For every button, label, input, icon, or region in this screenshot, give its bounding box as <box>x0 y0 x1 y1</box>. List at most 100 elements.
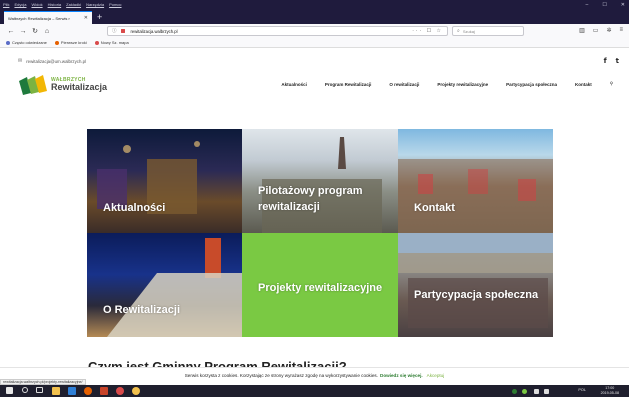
site-header: WAŁBRZYCH Rewitalizacja Aktualności Prog… <box>0 70 629 100</box>
tile-contact-label: Kontakt <box>414 202 455 214</box>
clock-date: 2019-05-08 <box>600 390 619 395</box>
nav-item-contact[interactable]: Kontakt <box>575 82 592 87</box>
edge-icon[interactable] <box>68 387 76 395</box>
tile-participation[interactable]: Partycypacja społeczna <box>398 233 553 337</box>
search-taskbar-icon[interactable] <box>22 387 28 393</box>
browser-tab[interactable]: Wałbrzych Rewitalizacja – Serwis r ✕ <box>4 11 92 24</box>
library-icon[interactable]: ▥ <box>579 27 585 34</box>
tile-pilot-photo <box>262 137 382 233</box>
extension-icon[interactable]: ✲ <box>606 27 611 34</box>
tile-grid: Aktualności Pilotażowy program rewitaliz… <box>87 129 553 337</box>
menu-bookmarks[interactable]: Zakładki <box>66 2 81 7</box>
social-links: f t <box>604 57 619 65</box>
menu-view[interactable]: Widok <box>31 2 42 7</box>
tile-news[interactable]: Aktualności <box>87 129 242 233</box>
logo-mark-icon <box>19 75 47 95</box>
cookie-learn-more-link[interactable]: Dowiedz się więcej. <box>380 373 423 378</box>
nav-item-participation[interactable]: Partycypacja społeczna <box>506 82 557 87</box>
clock[interactable]: 17:00 2019-05-08 <box>601 386 619 395</box>
tile-about-photo <box>107 238 242 337</box>
bookmarks-bar: Często odwiedzane Pierwsze kroki Nowy Sz… <box>0 38 629 48</box>
tile-news-photo <box>97 141 200 214</box>
search-bar[interactable]: ⌕ Szukaj <box>452 26 524 36</box>
twitter-icon[interactable]: t <box>616 57 619 65</box>
file-explorer-icon[interactable] <box>52 387 60 395</box>
toolbar-extras: ▥ ▭ ✲ ≡ <box>579 27 623 34</box>
windows-start-icon[interactable] <box>6 387 13 394</box>
logo-text: WAŁBRZYCH Rewitalizacja <box>51 78 107 92</box>
site-favicon-icon <box>120 29 125 33</box>
tile-participation-label: Partycypacja społeczna <box>414 289 539 301</box>
search-placeholder: Szukaj <box>462 28 475 34</box>
cookie-accept-button[interactable]: Akceptuj <box>427 373 445 378</box>
network-icon[interactable] <box>534 389 539 394</box>
forward-arrow-icon[interactable]: → <box>17 28 29 35</box>
menu-history[interactable]: Historia <box>48 2 62 7</box>
menu-hamburger-icon[interactable]: ≡ <box>619 27 623 34</box>
tray-icon[interactable] <box>512 389 517 394</box>
section-heading: Czym jest Gminny Program Rewitalizacji? <box>88 359 347 367</box>
reload-icon[interactable]: ↻ <box>29 27 41 35</box>
menu-help[interactable]: Pomoc <box>109 2 121 7</box>
home-icon[interactable]: ⌂ <box>41 28 53 35</box>
tile-projects-label: Projekty rewitalizacyjne <box>258 282 383 294</box>
app-icon-3[interactable] <box>132 387 140 395</box>
bookmark-icon <box>54 40 59 45</box>
minimize-button[interactable]: – <box>586 2 589 8</box>
page-actions-icon[interactable]: ··· ☐ ☆ <box>412 28 443 34</box>
back-arrow-icon[interactable]: ← <box>5 28 17 35</box>
site-logo[interactable]: WAŁBRZYCH Rewitalizacja <box>19 74 107 96</box>
bookmark-icon <box>94 40 99 45</box>
nav-item-about[interactable]: O rewitalizacji <box>389 82 419 87</box>
windows-taskbar: POL 17:00 2019-05-08 <box>0 385 629 397</box>
logo-subtitle: Rewitalizacja <box>51 82 108 92</box>
tile-contact-photo <box>398 159 553 233</box>
cookie-bar: Serwis korzysta z cookies. Korzystając z… <box>0 367 629 382</box>
menu-edit[interactable]: Edycja <box>14 2 26 7</box>
tab-strip: Wałbrzych Rewitalizacja – Serwis r ✕ + <box>0 9 629 24</box>
sidebar-icon[interactable]: ▭ <box>593 27 599 34</box>
bookmark-label: Często odwiedzane <box>12 40 47 45</box>
language-indicator[interactable]: POL <box>578 388 586 392</box>
maximize-button[interactable]: ☐ <box>602 2 606 8</box>
tray-icon-2[interactable] <box>522 389 527 394</box>
bookmark-label: Pierwsze kroki <box>60 40 87 45</box>
tile-about-label: O Rewitalizacji <box>103 304 181 316</box>
firefox-icon[interactable] <box>84 387 92 395</box>
cookie-text: Serwis korzysta z cookies. Korzystając z… <box>184 372 378 378</box>
nav-item-projects[interactable]: Projekty rewitalizacyjne <box>437 82 488 87</box>
tile-contact[interactable]: Kontakt <box>398 129 553 233</box>
task-view-icon[interactable] <box>36 387 43 393</box>
tab-title: Wałbrzych Rewitalizacja – Serwis r <box>8 15 70 21</box>
site-info-icon[interactable]: ⓘ <box>112 28 117 34</box>
url-text[interactable]: rewitalizacja.walbrzych.pl <box>131 29 178 34</box>
tile-participation-photo <box>398 233 553 328</box>
tile-pilot-program[interactable]: Pilotażowy program rewitalizacji <box>242 129 398 233</box>
bookmark-map[interactable]: Nowy Sz. mapa <box>94 40 129 45</box>
app-icon[interactable] <box>100 387 108 395</box>
address-bar[interactable]: ⓘ rewitalizacja.walbrzych.pl ··· ☐ ☆ <box>107 26 448 36</box>
nav-item-news[interactable]: Aktualności <box>281 82 307 87</box>
site-contact-strip: ✉ rewitalizacja@um.walbrzych.pl <box>0 56 629 66</box>
bookmark-frequent[interactable]: Często odwiedzane <box>6 40 47 45</box>
close-window-button[interactable]: ✕ <box>621 2 625 8</box>
menu-file[interactable]: Plik <box>3 2 9 7</box>
tile-news-label: Aktualności <box>103 202 166 214</box>
tile-projects[interactable]: Projekty rewitalizacyjne <box>242 233 398 337</box>
site-search-icon[interactable]: ⚲ <box>610 81 613 87</box>
browser-menu-bar: Plik Edycja Widok Historia Zakładki Narz… <box>0 0 629 9</box>
new-tab-button[interactable]: + <box>97 12 102 22</box>
tab-close-icon[interactable]: ✕ <box>84 15 88 21</box>
nav-item-program[interactable]: Program Rewitalizacji <box>325 82 372 87</box>
tile-about[interactable]: O Rewitalizacji <box>87 233 242 337</box>
bookmark-first-steps[interactable]: Pierwsze kroki <box>54 40 87 45</box>
facebook-icon[interactable]: f <box>604 57 607 65</box>
main-navigation: Aktualności Program Rewitalizacji O rewi… <box>281 81 613 87</box>
bookmark-icon <box>6 40 10 45</box>
tile-pilot-label: Pilotażowy program rewitalizacji <box>258 185 363 213</box>
contact-email[interactable]: rewitalizacja@um.walbrzych.pl <box>26 59 86 64</box>
menu-tools[interactable]: Narzędzia <box>86 2 104 7</box>
mail-icon: ✉ <box>18 58 23 64</box>
app-icon-2[interactable] <box>116 387 124 395</box>
volume-icon[interactable] <box>544 389 549 394</box>
